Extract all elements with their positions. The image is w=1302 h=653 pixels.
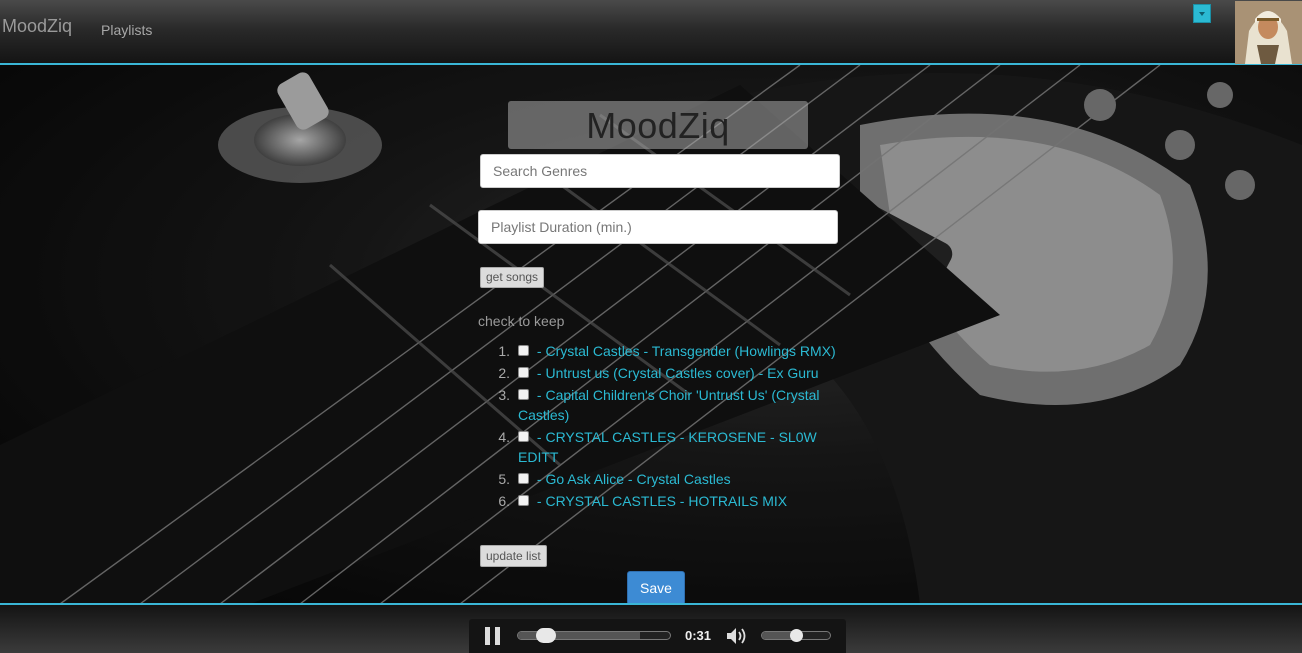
keep-checkbox[interactable]	[518, 367, 529, 378]
song-list: 1. - Crystal Castles - Transgender (Howl…	[480, 341, 840, 513]
main-stage: MoodZiq get songs check to keep 1. - Cry…	[0, 65, 1302, 604]
keep-checkbox[interactable]	[518, 431, 529, 442]
pause-icon[interactable]	[485, 627, 501, 645]
audio-player: 0:31	[469, 619, 846, 653]
check-to-keep-label: check to keep	[478, 313, 565, 329]
list-item-number: 4.	[498, 429, 510, 445]
song-separator: -	[533, 493, 546, 509]
song-separator: -	[533, 343, 546, 359]
nav-link-playlists[interactable]: Playlists	[101, 22, 152, 38]
song-separator: -	[533, 471, 546, 487]
list-item: 2. - Untrust us (Crystal Castles cover) …	[480, 363, 840, 383]
user-menu-toggle[interactable]	[1193, 4, 1211, 23]
logo-text: MoodZiq	[586, 105, 730, 146]
avatar[interactable]	[1235, 1, 1302, 64]
song-separator: -	[533, 429, 546, 445]
update-list-button[interactable]: update list	[480, 545, 547, 567]
list-item-number: 6.	[498, 493, 510, 509]
search-genres-input[interactable]	[480, 154, 840, 188]
footer-bar: 0:31	[0, 605, 1302, 653]
top-navbar: MoodZiq Playlists	[0, 0, 1302, 65]
keep-checkbox[interactable]	[518, 389, 529, 400]
keep-checkbox[interactable]	[518, 495, 529, 506]
caret-down-icon	[1199, 12, 1205, 16]
list-item-number: 2.	[498, 365, 510, 381]
brand-link[interactable]: MoodZiq	[2, 16, 72, 37]
song-link[interactable]: Go Ask Alice - Crystal Castles	[545, 471, 730, 487]
list-item: 1. - Crystal Castles - Transgender (Howl…	[480, 341, 840, 361]
get-songs-button[interactable]: get songs	[480, 267, 545, 288]
playlist-duration-input[interactable]	[478, 210, 838, 244]
list-item-number: 3.	[498, 387, 510, 403]
song-link[interactable]: Crystal Castles - Transgender (Howlings …	[545, 343, 835, 359]
song-link[interactable]: Untrust us (Crystal Castles cover) - Ex …	[545, 365, 818, 381]
song-link[interactable]: CRYSTAL CASTLES - KEROSENE - SL0W EDITT	[518, 429, 817, 465]
current-time: 0:31	[685, 628, 712, 643]
volume-icon[interactable]	[726, 627, 748, 645]
list-item-number: 1.	[498, 343, 510, 359]
list-item: 5. - Go Ask Alice - Crystal Castles	[480, 469, 840, 489]
seek-handle[interactable]	[536, 628, 557, 643]
list-item: 3. - Capital Children's Choir 'Untrust U…	[480, 385, 840, 425]
list-item-number: 5.	[498, 471, 510, 487]
song-link[interactable]: CRYSTAL CASTLES - HOTRAILS MIX	[545, 493, 787, 509]
keep-checkbox[interactable]	[518, 345, 529, 356]
song-separator: -	[533, 387, 546, 403]
keep-checkbox[interactable]	[518, 473, 529, 484]
volume-handle[interactable]	[790, 629, 803, 642]
list-item: 6. - CRYSTAL CASTLES - HOTRAILS MIX	[480, 491, 840, 511]
song-separator: -	[533, 365, 546, 381]
logo-banner: MoodZiq	[508, 101, 808, 149]
list-item: 4. - CRYSTAL CASTLES - KEROSENE - SL0W E…	[480, 427, 840, 467]
save-button[interactable]: Save	[627, 571, 685, 604]
song-link[interactable]: Capital Children's Choir 'Untrust Us' (C…	[518, 387, 820, 423]
